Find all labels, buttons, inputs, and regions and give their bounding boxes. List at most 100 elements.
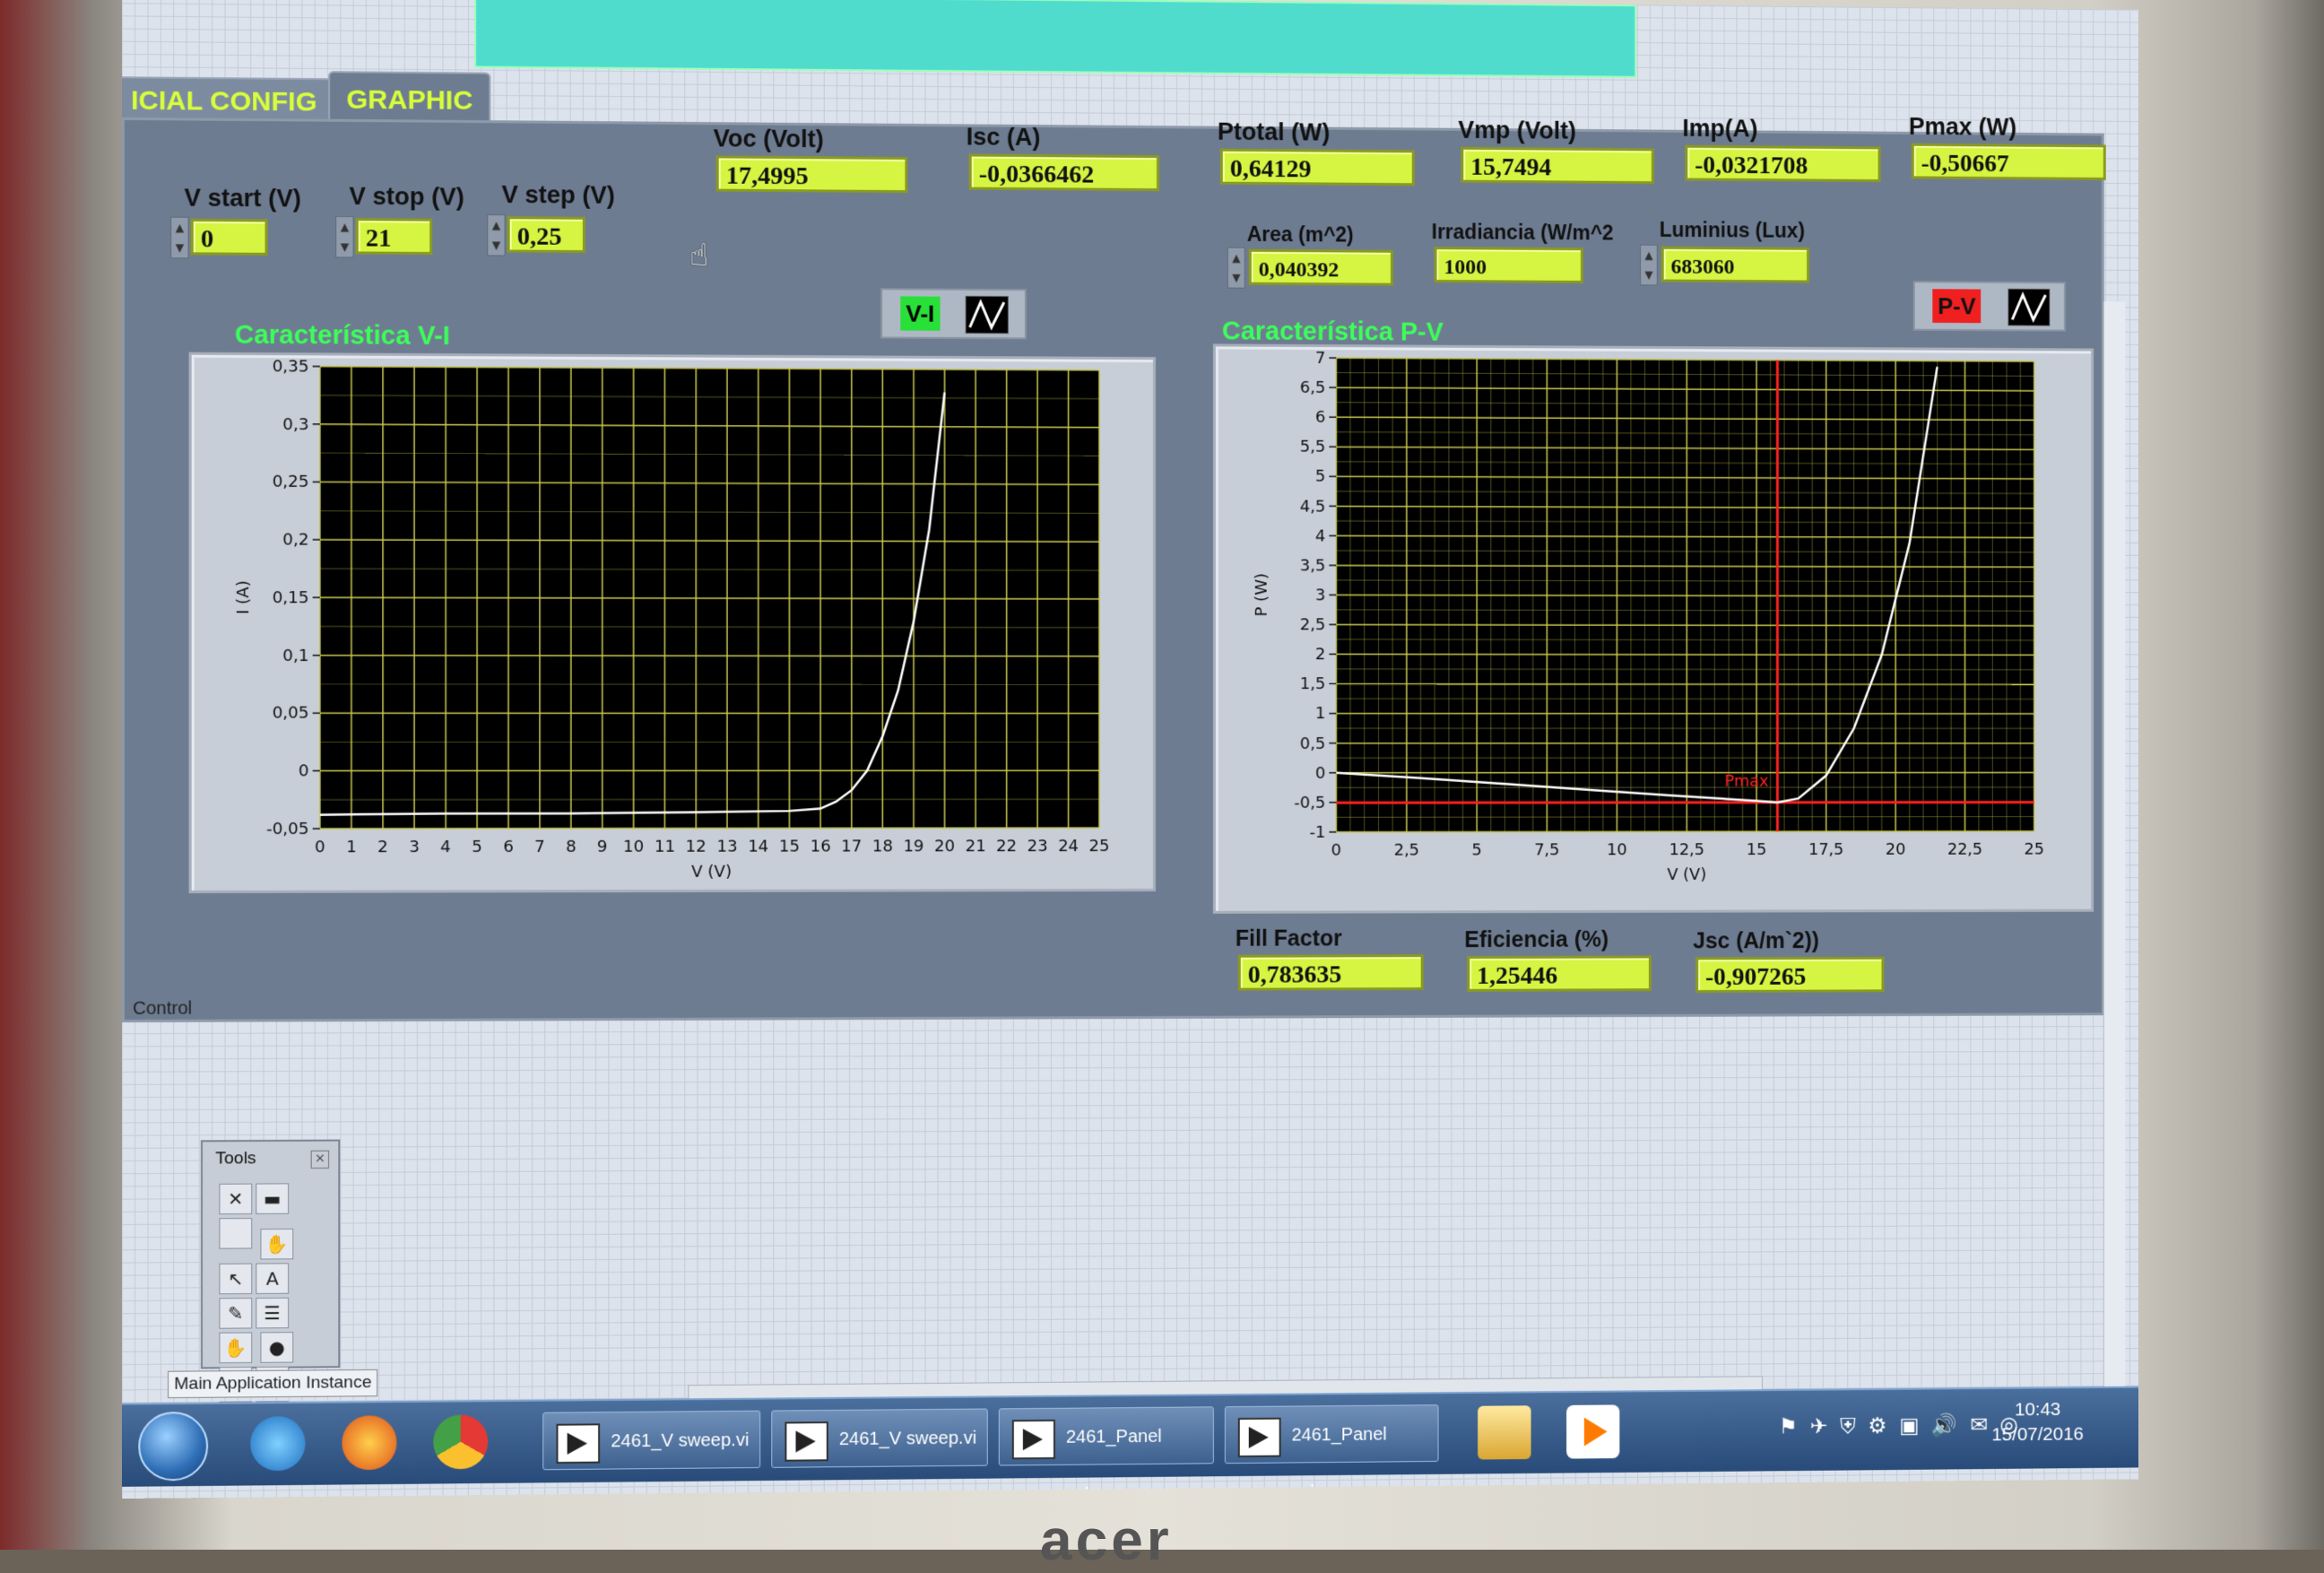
pmax-cursor-label: Pmax (1724, 772, 1769, 791)
pv-chart-title: Característica P-V (1222, 317, 1444, 347)
toggle-tool-icon[interactable]: ▬ (256, 1183, 289, 1214)
x-tick-label: 15 (1747, 840, 1767, 859)
y-axis-label: I (A) (234, 580, 253, 614)
x-tick-label: 5 (472, 838, 482, 856)
v-start-spinner[interactable]: ▲▼ (170, 217, 188, 259)
monitor-brand-logo: acer (1040, 1507, 1173, 1573)
vi-legend-label: V-I (900, 296, 940, 330)
vertical-scrollbar[interactable] (2103, 301, 2125, 1400)
vi-legend[interactable]: V-I (880, 288, 1027, 339)
x-tick-label: 11 (655, 838, 675, 856)
luminius-input[interactable]: 683060 (1661, 247, 1809, 283)
x-tick-label: 4 (440, 838, 451, 856)
vmp-indicator: 15,7494 (1461, 147, 1654, 184)
scroll-tool-icon[interactable]: ✋ (219, 1332, 252, 1363)
x-tick-label: 24 (1058, 837, 1079, 856)
area-label: Area (m^2) (1247, 222, 1354, 248)
y-tick-label: -0,05 (266, 820, 309, 839)
x-tick-label: 8 (566, 838, 577, 856)
x-tick-label: 7,5 (1534, 841, 1559, 860)
y-tick-label: -0,5 (1294, 794, 1325, 813)
labview-vi-icon (785, 1421, 828, 1462)
eficiencia-label: Eficiencia (%) (1464, 927, 1609, 953)
y-tick-label: 0,35 (273, 357, 309, 376)
arrow-tool-icon[interactable]: ↖ (219, 1264, 252, 1295)
y-tick-label: 0,5 (1300, 734, 1325, 753)
x-tick-label: 9 (597, 838, 608, 856)
vi-legend-line-icon (966, 296, 1009, 334)
pv-legend[interactable]: P-V (1913, 281, 2066, 331)
pv-legend-line-icon (2007, 289, 2050, 326)
tools-palette[interactable]: Tools × ✕▬ ✋↖A ✎☰✋ ●⊕✐ ❐✏ (201, 1140, 340, 1369)
y-tick-label: 0,05 (273, 704, 309, 723)
internet-explorer-icon[interactable] (250, 1416, 305, 1471)
auto-tool-icon[interactable]: ✕ (219, 1184, 252, 1215)
vi-chart-title: Característica V-I (235, 320, 450, 352)
ptotal-label: Ptotal (W) (1218, 118, 1330, 147)
x-tick-label: 2 (377, 838, 388, 856)
taskbar-button-panel-solar-1[interactable]: 2461_Panel solar... (999, 1406, 1214, 1465)
area-spinner[interactable]: ▲▼ (1227, 248, 1245, 289)
close-icon[interactable]: × (311, 1151, 329, 1169)
firefox-icon[interactable] (342, 1415, 396, 1470)
vmp-label: Vmp (Volt) (1458, 117, 1576, 145)
x-tick-label: 22,5 (1947, 840, 1982, 859)
x-axis-label: V (V) (1667, 865, 1706, 884)
v-step-label: V step (V) (502, 181, 615, 210)
y-tick-label: 6,5 (1300, 378, 1325, 397)
irradiancia-input[interactable]: 1000 (1435, 247, 1583, 283)
v-start-input[interactable]: 0 (191, 219, 268, 256)
wiring-tool-icon[interactable]: ✎ (219, 1298, 252, 1329)
irradiancia-label: Irradiancia (W/m^2 (1432, 220, 1614, 245)
y-tick-label: 7 (1315, 349, 1325, 368)
y-tick-label: 0 (1315, 764, 1325, 783)
x-tick-label: 17,5 (1808, 840, 1843, 859)
y-tick-label: 0,15 (273, 588, 309, 607)
text-tool-icon[interactable]: A (256, 1263, 289, 1294)
x-tick-label: 20 (934, 837, 955, 856)
x-tick-label: 0 (315, 838, 325, 856)
jsc-indicator: -0,907265 (1695, 957, 1884, 993)
taskbar-button-panel-solar-2[interactable]: 2461_Panel solar... (1225, 1404, 1439, 1464)
grid-line-y (1336, 831, 2034, 832)
clock-date: 15/07/2016 (1972, 1423, 2103, 1446)
jsc-label: Jsc (A/m`2)) (1693, 928, 1819, 954)
isc-indicator: -0,0366462 (969, 154, 1159, 192)
x-tick-label: 14 (748, 838, 768, 856)
x-tick-label: 7 (534, 838, 545, 856)
v-stop-spinner[interactable]: ▲▼ (335, 216, 353, 258)
shortcut-menu-icon[interactable]: ☰ (256, 1298, 289, 1329)
x-tick-label: 19 (903, 837, 924, 856)
v-step-spinner[interactable]: ▲▼ (487, 214, 505, 256)
pv-legend-label: P-V (1932, 289, 1981, 323)
y-tick-label: 0,1 (282, 647, 308, 665)
operate-hand-icon[interactable]: ✋ (261, 1229, 294, 1260)
labview-vi-icon (556, 1423, 600, 1464)
y-tick-label: 4 (1315, 526, 1325, 545)
taskbar-button-v-sweep-2[interactable]: 2461_V sweep.vi ... (771, 1408, 987, 1467)
v-stop-label: V stop (V) (350, 183, 464, 212)
vi-chart: 0123456789101112131415161718192021222324… (189, 352, 1156, 893)
chrome-icon[interactable] (433, 1414, 488, 1469)
x-tick-label: 13 (716, 838, 737, 856)
breakpoint-tool-icon[interactable]: ● (261, 1332, 294, 1363)
v-stop-input[interactable]: 21 (356, 218, 433, 255)
x-tick-label: 10 (623, 838, 644, 856)
imp-label: Imp(A) (1682, 115, 1757, 143)
start-button[interactable] (138, 1412, 208, 1482)
empty-tool (219, 1218, 252, 1249)
clock[interactable]: 10:43 15/07/2016 (1972, 1399, 2103, 1447)
v-start-label: V start (V) (184, 184, 300, 213)
y-tick-label: 3 (1315, 586, 1325, 604)
v-step-input[interactable]: 0,25 (507, 216, 585, 253)
pmax-indicator: -0,50667 (1912, 143, 2106, 180)
media-player-icon[interactable] (1566, 1404, 1619, 1458)
luminius-spinner[interactable]: ▲▼ (1640, 245, 1658, 286)
y-tick-label: 5,5 (1300, 438, 1325, 456)
x-tick-label: 16 (811, 838, 831, 856)
folder-icon[interactable] (1478, 1405, 1531, 1459)
x-tick-label: 18 (872, 837, 893, 856)
x-tick-label: 1 (346, 838, 357, 856)
area-input[interactable]: 0,040392 (1249, 249, 1393, 286)
taskbar-button-v-sweep-1[interactable]: 2461_V sweep.vi ... (542, 1411, 760, 1471)
